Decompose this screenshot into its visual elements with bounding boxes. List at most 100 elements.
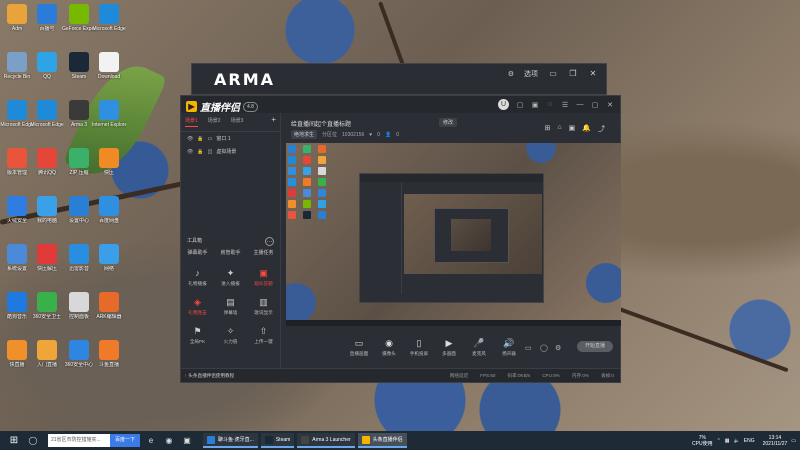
tool-danmu-assistant[interactable]: 弹幕助手 <box>187 249 207 256</box>
tool-room-manager[interactable]: 房管助手 <box>220 249 240 256</box>
lock-icon[interactable]: 🔒 <box>197 136 203 142</box>
tray-arrow-icon[interactable]: ⌃ <box>717 438 721 444</box>
speaker-button[interactable]: 🔊 扬声器 <box>495 338 523 357</box>
source-item[interactable]: 👁 🔒 ◫ 虚拟场景 <box>181 145 280 158</box>
desktop-icon[interactable]: Download <box>92 52 126 90</box>
clock[interactable]: 13:14 2021/11/27 <box>763 435 788 447</box>
desktop-icon[interactable]: 快直播 <box>0 340 34 378</box>
desktop-icon[interactable]: 快压解压 <box>30 244 64 282</box>
layout-icon[interactable]: ▣ <box>569 124 576 134</box>
live-screen-button[interactable]: ▭ 直播画面 <box>345 338 373 357</box>
desktop-icon[interactable]: 控制面板 <box>62 292 96 330</box>
menu-icon[interactable]: ☰ <box>561 101 569 109</box>
desktop-icon[interactable]: 系统设置 <box>0 244 34 282</box>
search-input[interactable]: 21省区市防控措施实... <box>48 434 110 447</box>
cpu-usage[interactable]: 7% CPU使用 <box>692 435 713 447</box>
notification-icon[interactable]: ▭ <box>791 438 796 444</box>
language-indicator[interactable]: ENG <box>744 438 755 444</box>
desktop-icon[interactable]: ARK编辑器 <box>92 292 126 330</box>
screen-icon[interactable]: ▭ <box>525 344 532 352</box>
desktop-icon[interactable]: Internet Explorer <box>92 100 126 138</box>
taskbar-app[interactable]: 头条直播伴侣 <box>357 433 407 448</box>
taskbar-app[interactable]: 聊斗鱼·虎牙直... <box>203 433 258 448</box>
add-scene-button[interactable]: + <box>271 115 276 124</box>
start-live-button[interactable]: 开始直播 <box>577 341 613 352</box>
desktop-icon[interactable]: ZIP 压缩 <box>62 148 96 186</box>
tool-button[interactable]: ⇧ 上传一键 <box>247 325 280 345</box>
search-button[interactable]: 百度一下 <box>110 434 140 447</box>
tool-button[interactable]: ⚑ 全局PK <box>181 325 214 345</box>
eye-icon[interactable]: 👁 <box>187 136 193 142</box>
desktop-icon[interactable]: 快压 <box>92 148 126 186</box>
fullscreen-icon[interactable]: ▢ <box>516 101 524 109</box>
desktop-icon[interactable]: 斗鱼直播 <box>92 340 126 378</box>
desktop-icon[interactable]: QQ <box>30 52 64 90</box>
desktop-icon[interactable]: Microsoft Edge <box>0 100 34 138</box>
minimize-button[interactable]: — <box>576 101 584 108</box>
minimize-button[interactable]: ▭ <box>548 69 558 79</box>
desktop-icon[interactable]: 360安全中心 <box>62 340 96 378</box>
tool-button[interactable]: ▣ 观众答题 <box>247 267 280 287</box>
desktop-icon[interactable]: 设置中心 <box>62 196 96 234</box>
tab-scene-1[interactable]: 场景1 <box>185 117 198 127</box>
desktop-icon[interactable]: Recycle Bin <box>0 52 34 90</box>
desktop-icon[interactable]: Steam <box>62 52 96 90</box>
close-button[interactable]: ✕ <box>606 101 614 109</box>
chrome-icon[interactable]: ◉ <box>162 436 176 445</box>
tutorial-link[interactable]: ! 头条直播伴侣使用教程 <box>185 373 234 379</box>
desktop-icon[interactable]: 我的电脑 <box>30 196 64 234</box>
close-button[interactable]: ✕ <box>588 69 598 79</box>
multi-view-button[interactable]: ▶ 多画面 <box>435 338 463 357</box>
layout-icon[interactable]: ▣ <box>531 101 539 109</box>
tab-scene-3[interactable]: 场景3 <box>231 117 244 127</box>
eye-icon[interactable]: 👁 <box>187 149 193 155</box>
tool-button[interactable]: ▤ 弹幕墙 <box>214 296 247 316</box>
desktop-icon[interactable]: Arma 3 <box>62 100 96 138</box>
screenshot-icon[interactable]: ⊞ <box>545 124 551 134</box>
restore-button[interactable]: ❐ <box>568 69 578 79</box>
gear-icon[interactable]: ⚙ <box>555 344 561 352</box>
desktop-icon[interactable]: GeForce Experience <box>62 4 96 42</box>
volume-icon[interactable]: 🔈 <box>734 438 740 444</box>
settings-label[interactable]: 选项 <box>524 69 538 79</box>
edge-icon[interactable]: e <box>144 436 158 445</box>
desktop-icon[interactable]: Adm <box>0 4 34 42</box>
tool-button[interactable]: ▥ 歌词显示 <box>247 296 280 316</box>
tab-scene-2[interactable]: 场景2 <box>208 117 221 127</box>
desktop-icon[interactable]: 入门直播 <box>30 340 64 378</box>
tool-button[interactable]: ✦ 进入播报 <box>214 267 247 287</box>
task-view-icon[interactable]: ◯ <box>26 436 40 445</box>
start-button[interactable]: ⊞ <box>6 435 22 446</box>
more-icon[interactable]: … <box>265 237 274 246</box>
category-tag[interactable]: 绝地求生 <box>291 130 318 139</box>
live-preview[interactable] <box>286 143 621 326</box>
taskbar-app[interactable]: Arma 3 Launcher <box>297 433 355 448</box>
edit-title-button[interactable]: 修改 <box>439 118 458 127</box>
tool-streamer-task[interactable]: 主播任务 <box>253 249 273 256</box>
desktop-icon[interactable]: 网络 <box>92 244 126 282</box>
tool-button[interactable]: ✧ 火力值 <box>214 325 247 345</box>
record-icon[interactable]: ◌ <box>546 101 554 108</box>
camera-button[interactable]: ◉ 摄像头 <box>375 338 403 357</box>
desktop-icon[interactable]: 百度网盘 <box>92 196 126 234</box>
avatar[interactable]: U <box>498 99 509 110</box>
circle-icon[interactable]: ◯ <box>540 344 548 352</box>
home-icon[interactable]: ⌂ <box>557 124 561 134</box>
desktop-icon[interactable]: 酷狗音乐 <box>0 292 34 330</box>
desktop-icon[interactable]: 360安全卫士 <box>30 292 64 330</box>
desktop-icon[interactable]: 火绒安全 <box>0 196 34 234</box>
phone-cast-button[interactable]: ▯ 手机投屏 <box>405 338 433 357</box>
tool-button[interactable]: ♪ 礼物播报 <box>181 267 214 287</box>
source-item[interactable]: 👁 🔒 ▭ 窗口 1 <box>181 132 280 145</box>
desktop-icon[interactable]: 百播号 <box>30 4 64 42</box>
desktop-icon[interactable]: Microsoft Edge <box>30 100 64 138</box>
desktop-icon[interactable]: 腾讯QQ <box>30 148 64 186</box>
desktop-icon[interactable]: 版本管理 <box>0 148 34 186</box>
settings-icon[interactable]: ⚙ <box>508 70 514 78</box>
network-icon[interactable]: ▦ <box>725 438 730 444</box>
desktop-icon[interactable]: 迅雷影音 <box>62 244 96 282</box>
share-icon[interactable]: ⤴ <box>598 124 605 134</box>
tool-button[interactable]: ◈ 礼物连击 <box>181 296 214 316</box>
maximize-button[interactable]: ▢ <box>591 101 599 109</box>
arma-launcher-window[interactable]: ARMA ⚙ 选项 ▭ ❐ ✕ <box>191 63 607 95</box>
